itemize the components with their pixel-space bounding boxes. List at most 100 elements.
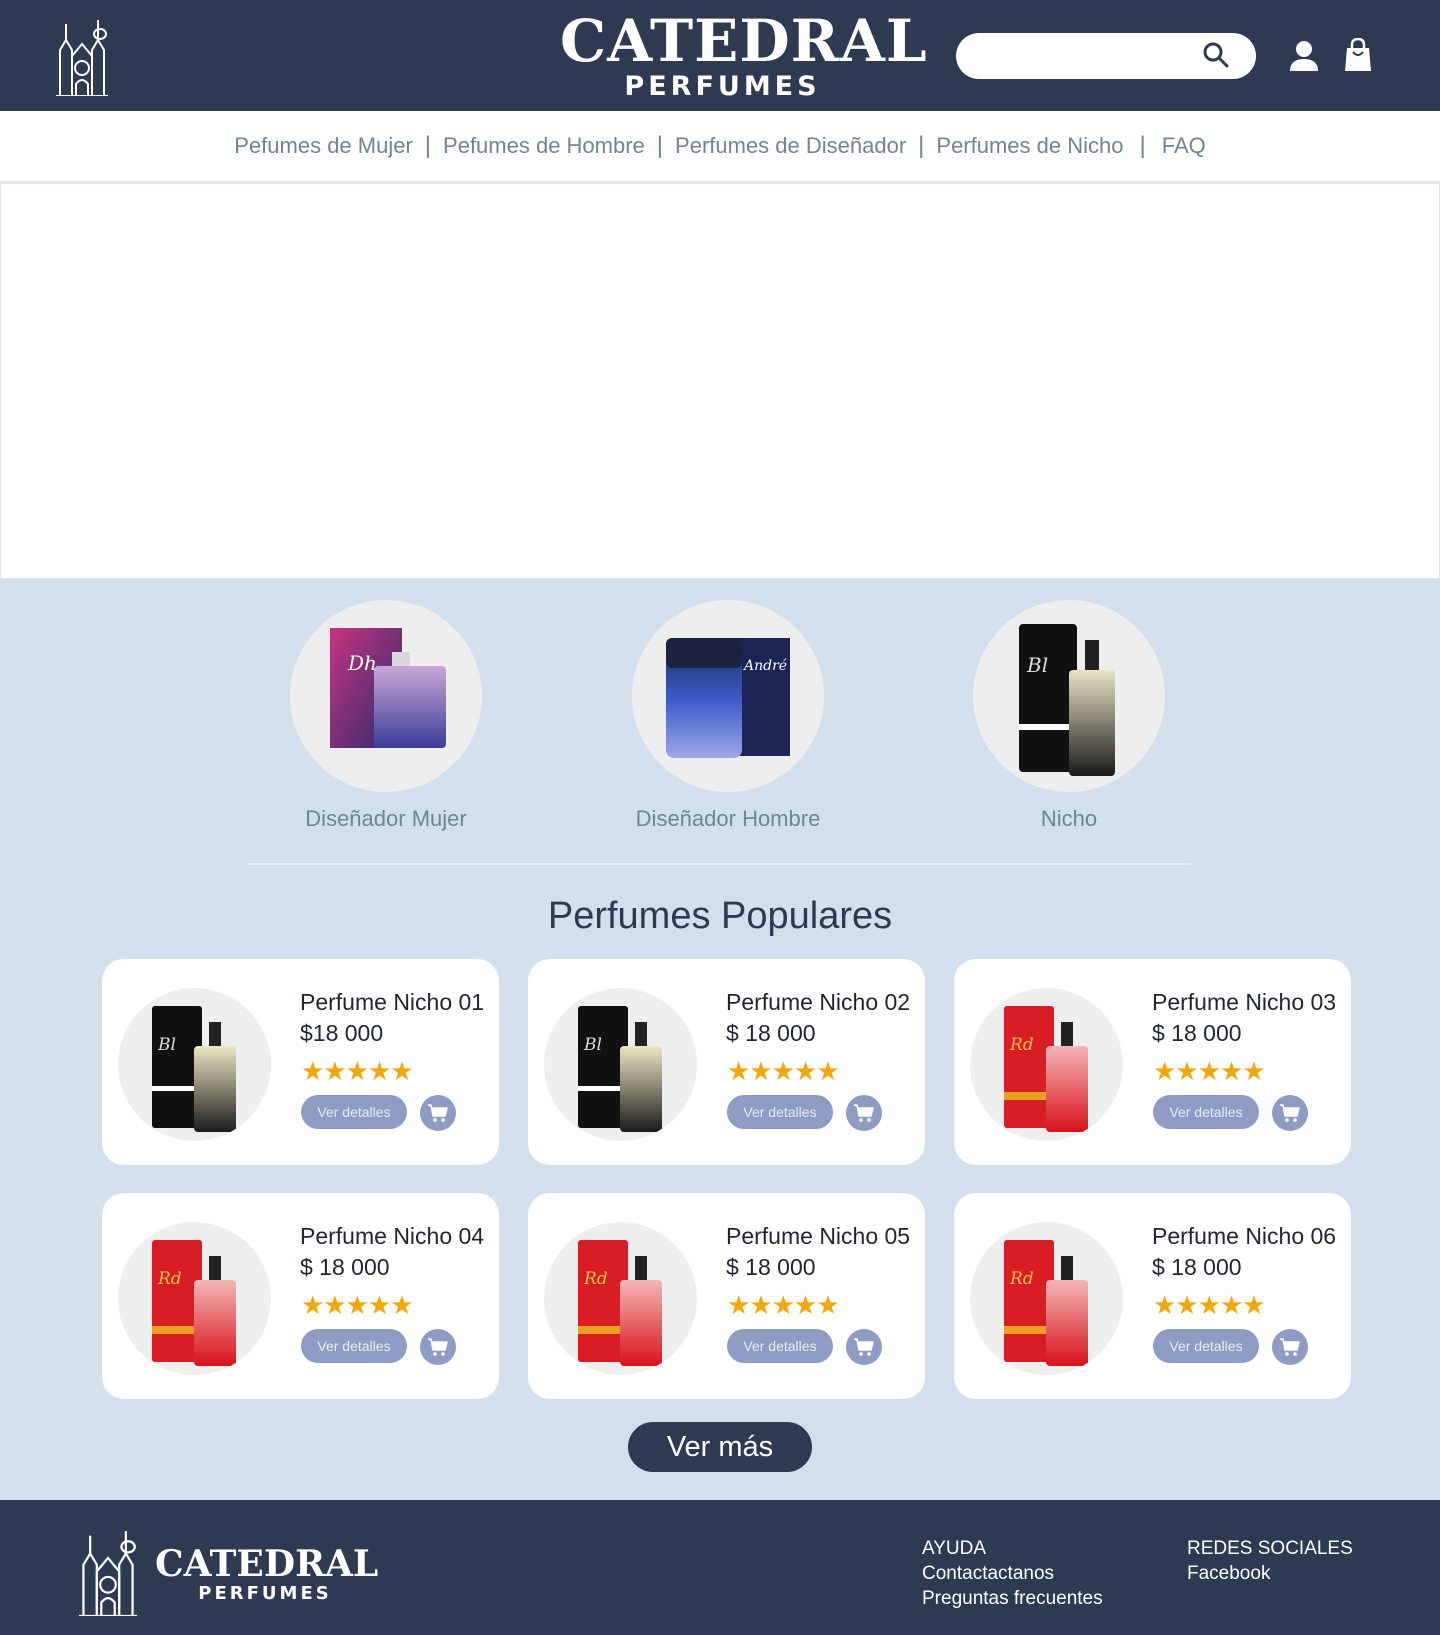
category-label: Diseñador Hombre (635, 806, 821, 831)
product-price: $ 18 000 (726, 1254, 816, 1280)
user-account-icon[interactable] (1290, 40, 1318, 72)
product-name: Perfume Nicho 05 (726, 1223, 911, 1249)
nav-item-men-perfumes[interactable]: Pefumes de Hombre (443, 133, 645, 159)
footer-brand-name: CATEDRAL (155, 1543, 379, 1585)
category-designer-women[interactable]: Dh Diseñador Mujer (256, 600, 516, 832)
product-name: Perfume Nicho 06 (1152, 1223, 1337, 1249)
nav-item-women-perfumes[interactable]: Pefumes de Mujer (234, 133, 413, 159)
product-name: Perfume Nicho 02 (726, 989, 911, 1015)
shopping-bag-icon[interactable] (1344, 38, 1372, 72)
search-input[interactable] (974, 41, 1204, 71)
cart-icon (854, 1338, 874, 1356)
site-header: CATEDRAL PERFUMES (0, 0, 1440, 111)
product-card[interactable]: Rd Perfume Nicho 06 $ 18 000 ★★★★★ Ver detal… (954, 1193, 1351, 1399)
product-image[interactable]: Rd (118, 1222, 271, 1375)
product-card[interactable]: Rd Perfume Nicho 03 $ 18 000 ★★★★★ Ver detal… (954, 959, 1351, 1165)
site-footer: CATEDRAL PERFUMES AYUDA Contactactanos P… (0, 1500, 1440, 1635)
designer-women-perfume-image: Dh (330, 628, 446, 748)
add-to-cart-button[interactable] (846, 1329, 882, 1365)
section-divider (248, 863, 1191, 865)
product-image[interactable]: Bl (544, 988, 697, 1141)
brand-name: CATEDRAL (560, 7, 928, 75)
footer-brand-subtitle: PERFUMES (198, 1583, 332, 1604)
product-price: $ 18 000 (726, 1020, 816, 1046)
product-image[interactable]: Rd (544, 1222, 697, 1375)
category-niche[interactable]: Bl Nicho (939, 600, 1199, 832)
svg-text:Rd: Rd (1009, 1269, 1034, 1289)
category-image: Bl (973, 600, 1165, 792)
add-to-cart-button[interactable] (1272, 1095, 1308, 1131)
add-to-cart-button[interactable] (846, 1095, 882, 1131)
cart-icon (428, 1338, 448, 1356)
view-details-button[interactable]: Ver detalles (1153, 1095, 1259, 1129)
main-content: Dh Diseñador Mujer André Diseñador Hombr… (0, 579, 1440, 1500)
cathedral-logo-icon[interactable] (52, 10, 112, 96)
search-icon[interactable] (1202, 41, 1230, 69)
nav-item-designer-perfumes[interactable]: Perfumes de Diseñador (675, 133, 906, 159)
add-to-cart-button[interactable] (420, 1095, 456, 1131)
footer-link-facebook[interactable]: Facebook (1187, 1561, 1353, 1586)
product-image[interactable]: Bl (118, 988, 271, 1141)
category-image: André (632, 600, 824, 792)
cart-icon (1280, 1104, 1300, 1122)
add-to-cart-button[interactable] (1272, 1329, 1308, 1365)
product-card[interactable]: Rd Perfume Nicho 04 $ 18 000 ★★★★★ Ver detal… (102, 1193, 499, 1399)
view-details-button[interactable]: Ver detalles (727, 1329, 833, 1363)
category-designer-men[interactable]: André Diseñador Hombre (598, 600, 858, 832)
svg-text:Bl: Bl (157, 1035, 176, 1055)
hero-banner (0, 183, 1440, 579)
star-rating: ★★★★★ (301, 1056, 414, 1086)
footer-help-column: AYUDA Contactactanos Preguntas frecuente… (922, 1536, 1103, 1611)
cathedral-logo-icon[interactable] (74, 1520, 142, 1616)
footer-social-heading: REDES SOCIALES (1187, 1538, 1353, 1559)
nav-separator: | (1139, 132, 1146, 159)
product-price: $18 000 (300, 1020, 384, 1046)
view-details-button[interactable]: Ver detalles (301, 1329, 407, 1363)
footer-link-contact[interactable]: Contactactanos (922, 1561, 1103, 1586)
product-image[interactable]: Rd (970, 988, 1123, 1141)
category-label: Diseñador Mujer (305, 806, 467, 831)
footer-help-heading: AYUDA (922, 1538, 987, 1559)
brand-logo[interactable]: CATEDRAL PERFUMES (560, 7, 928, 102)
star-rating: ★★★★★ (1153, 1056, 1266, 1086)
svg-text:André: André (742, 658, 787, 674)
cart-icon (854, 1104, 874, 1122)
cart-icon (428, 1104, 448, 1122)
nav-separator: | (656, 132, 664, 159)
brand-subtitle: PERFUMES (624, 71, 821, 102)
svg-text:Bl: Bl (1026, 653, 1048, 677)
footer-link-faq[interactable]: Preguntas frecuentes (922, 1586, 1103, 1611)
category-image: Dh (290, 600, 482, 792)
product-card[interactable]: Bl Perfume Nicho 02 $ 18 000 ★★★★★ Ver detal… (528, 959, 925, 1165)
footer-brand-logo[interactable]: CATEDRAL PERFUMES (155, 1543, 379, 1604)
view-details-button[interactable]: Ver detalles (301, 1095, 407, 1129)
product-price: $ 18 000 (1152, 1254, 1242, 1280)
nav-item-niche-perfumes[interactable]: Perfumes de Nicho (936, 133, 1123, 159)
view-details-button[interactable]: Ver detalles (1153, 1329, 1259, 1363)
view-details-button[interactable]: Ver detalles (727, 1095, 833, 1129)
section-title: Perfumes Populares (547, 895, 893, 937)
svg-text:Rd: Rd (583, 1269, 608, 1289)
star-rating: ★★★★★ (301, 1290, 414, 1320)
nav-separator: | (918, 132, 925, 159)
svg-text:Rd: Rd (157, 1269, 182, 1289)
svg-text:Dh: Dh (347, 651, 377, 675)
star-rating: ★★★★★ (727, 1056, 840, 1086)
see-more-button[interactable]: Ver más (628, 1422, 812, 1472)
nav-item-faq[interactable]: FAQ (1162, 133, 1206, 159)
product-name: Perfume Nicho 01 (300, 989, 485, 1015)
main-navigation: Pefumes de Mujer | Pefumes de Hombre | P… (0, 111, 1440, 183)
product-card[interactable]: Rd Perfume Nicho 05 $ 18 000 ★★★★★ Ver detal… (528, 1193, 925, 1399)
add-to-cart-button[interactable] (420, 1329, 456, 1365)
svg-text:Bl: Bl (583, 1035, 602, 1055)
product-name: Perfume Nicho 04 (300, 1223, 485, 1249)
product-card[interactable]: Bl Perfume Nicho 01 $18 000 ★★★★★ Ver detall… (102, 959, 499, 1165)
product-name: Perfume Nicho 03 (1152, 989, 1337, 1015)
cart-icon (1280, 1338, 1300, 1356)
category-label: Nicho (1040, 806, 1098, 831)
product-price: $ 18 000 (300, 1254, 390, 1280)
designer-men-perfume-image: André (666, 638, 790, 758)
product-price: $ 18 000 (1152, 1020, 1242, 1046)
product-image[interactable]: Rd (970, 1222, 1123, 1375)
nav-separator: | (424, 132, 432, 159)
